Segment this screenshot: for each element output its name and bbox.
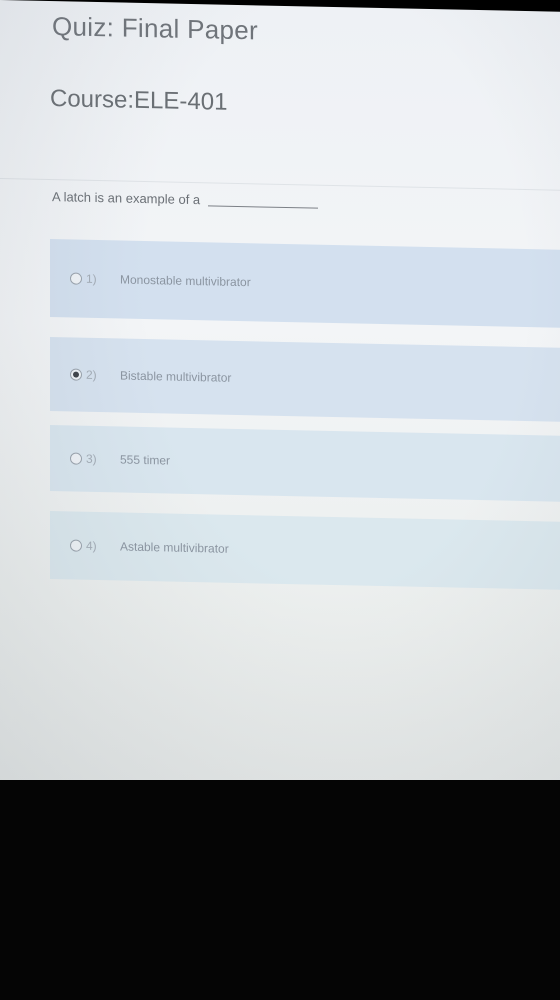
option-3[interactable]: 3) 555 timer	[50, 425, 560, 502]
option-label: 555 timer	[120, 452, 171, 468]
page-title: Quiz: Final Paper	[52, 11, 258, 46]
monitor-bezel	[0, 780, 560, 1000]
option-1[interactable]: 1) Monostable multivibrator	[50, 239, 560, 328]
radio-button[interactable]	[70, 539, 82, 552]
option-label: Astable multivibrator	[120, 539, 229, 556]
radio-button[interactable]	[70, 272, 82, 285]
question-label: A latch is an example of a	[52, 189, 201, 208]
option-number: 2)	[86, 367, 97, 383]
radio-button[interactable]	[70, 452, 82, 465]
radio-button-selected[interactable]	[70, 368, 82, 381]
course-label: Course:ELE-401	[50, 85, 228, 116]
option-2[interactable]: 2) Bistable multivibrator	[50, 337, 560, 422]
screen: Quiz: Final Paper Course:ELE-401 A latch…	[0, 0, 560, 812]
option-number: 1)	[86, 271, 97, 287]
option-number: 3)	[86, 451, 97, 467]
option-label: Monostable multivibrator	[120, 272, 251, 290]
option-number: 4)	[86, 538, 97, 554]
option-4[interactable]: 4) Astable multivibrator	[50, 511, 560, 590]
option-label: Bistable multivibrator	[120, 368, 232, 385]
question-text: A latch is an example of a	[52, 189, 318, 210]
answer-blank	[207, 205, 318, 209]
